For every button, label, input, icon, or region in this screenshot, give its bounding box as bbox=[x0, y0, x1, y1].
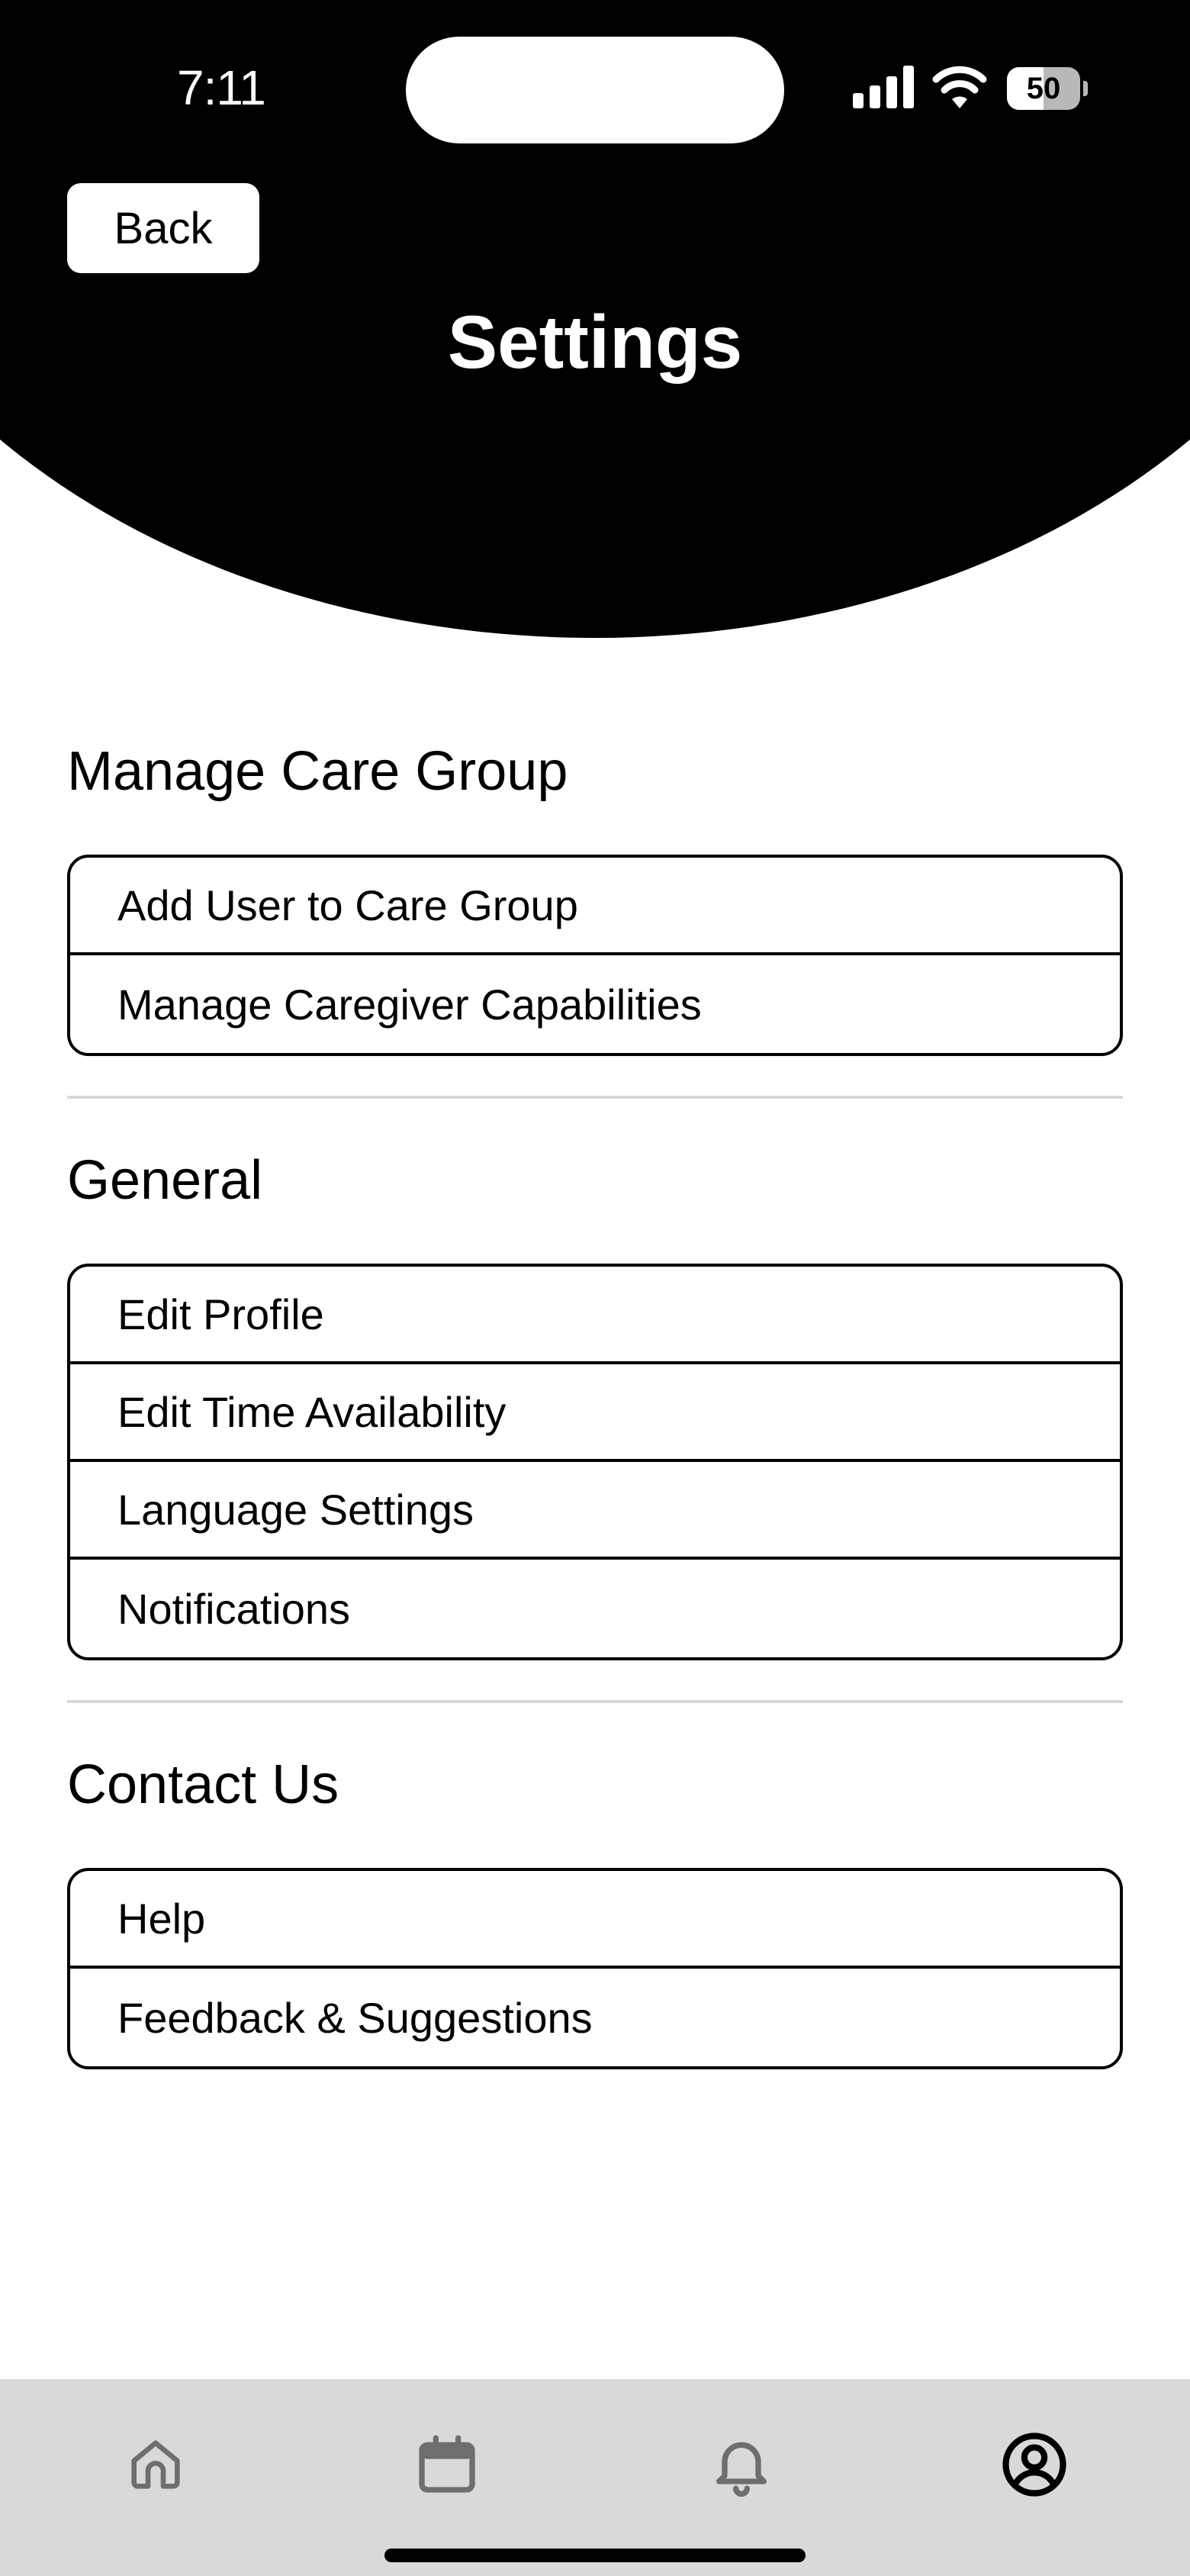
home-icon bbox=[131, 2440, 180, 2489]
calendar-icon bbox=[419, 2435, 475, 2493]
section-title-contact-us: Contact Us bbox=[67, 1754, 339, 1815]
contact-us-list: Help Feedback & Suggestions bbox=[67, 1868, 1123, 2069]
page-title: Settings bbox=[447, 300, 743, 384]
edit-profile-item[interactable]: Edit Profile bbox=[70, 1267, 1120, 1364]
status-bar: 7:11 50 bbox=[0, 0, 1190, 168]
manage-caregiver-capabilities-item[interactable]: Manage Caregiver Capabilities bbox=[70, 955, 1120, 1053]
tab-bar bbox=[0, 2379, 1190, 2576]
tab-profile[interactable] bbox=[996, 2426, 1073, 2503]
section-divider bbox=[67, 1700, 1123, 1703]
dynamic-island bbox=[406, 37, 784, 143]
bell-icon bbox=[716, 2442, 767, 2497]
settings-screen: 7:11 50 Back Settings Manage Care Group … bbox=[0, 0, 1190, 2576]
wifi-icon bbox=[932, 66, 987, 108]
add-user-to-care-group-item[interactable]: Add User to Care Group bbox=[70, 858, 1120, 955]
edit-time-availability-item[interactable]: Edit Time Availability bbox=[70, 1364, 1120, 1462]
manage-care-group-list: Add User to Care Group Manage Caregiver … bbox=[67, 855, 1123, 1056]
help-item[interactable]: Help bbox=[70, 1871, 1120, 1969]
general-list: Edit Profile Edit Time Availability Lang… bbox=[67, 1264, 1123, 1660]
battery-icon: 50 bbox=[1007, 67, 1088, 110]
profile-icon bbox=[1002, 2433, 1066, 2497]
feedback-suggestions-item[interactable]: Feedback & Suggestions bbox=[70, 1969, 1120, 2066]
back-button[interactable]: Back bbox=[67, 183, 259, 273]
home-indicator bbox=[384, 2549, 806, 2562]
signal-icon bbox=[853, 66, 914, 108]
section-title-manage-care-group: Manage Care Group bbox=[67, 741, 568, 802]
tab-home[interactable] bbox=[117, 2426, 194, 2503]
notifications-item[interactable]: Notifications bbox=[70, 1560, 1120, 1657]
status-time: 7:11 bbox=[177, 60, 266, 115]
tab-calendar[interactable] bbox=[409, 2426, 485, 2503]
tab-notifications[interactable] bbox=[703, 2426, 780, 2503]
section-title-general: General bbox=[67, 1150, 263, 1211]
section-divider bbox=[67, 1096, 1123, 1099]
language-settings-item[interactable]: Language Settings bbox=[70, 1462, 1120, 1560]
battery-level: 50 bbox=[1026, 72, 1061, 105]
